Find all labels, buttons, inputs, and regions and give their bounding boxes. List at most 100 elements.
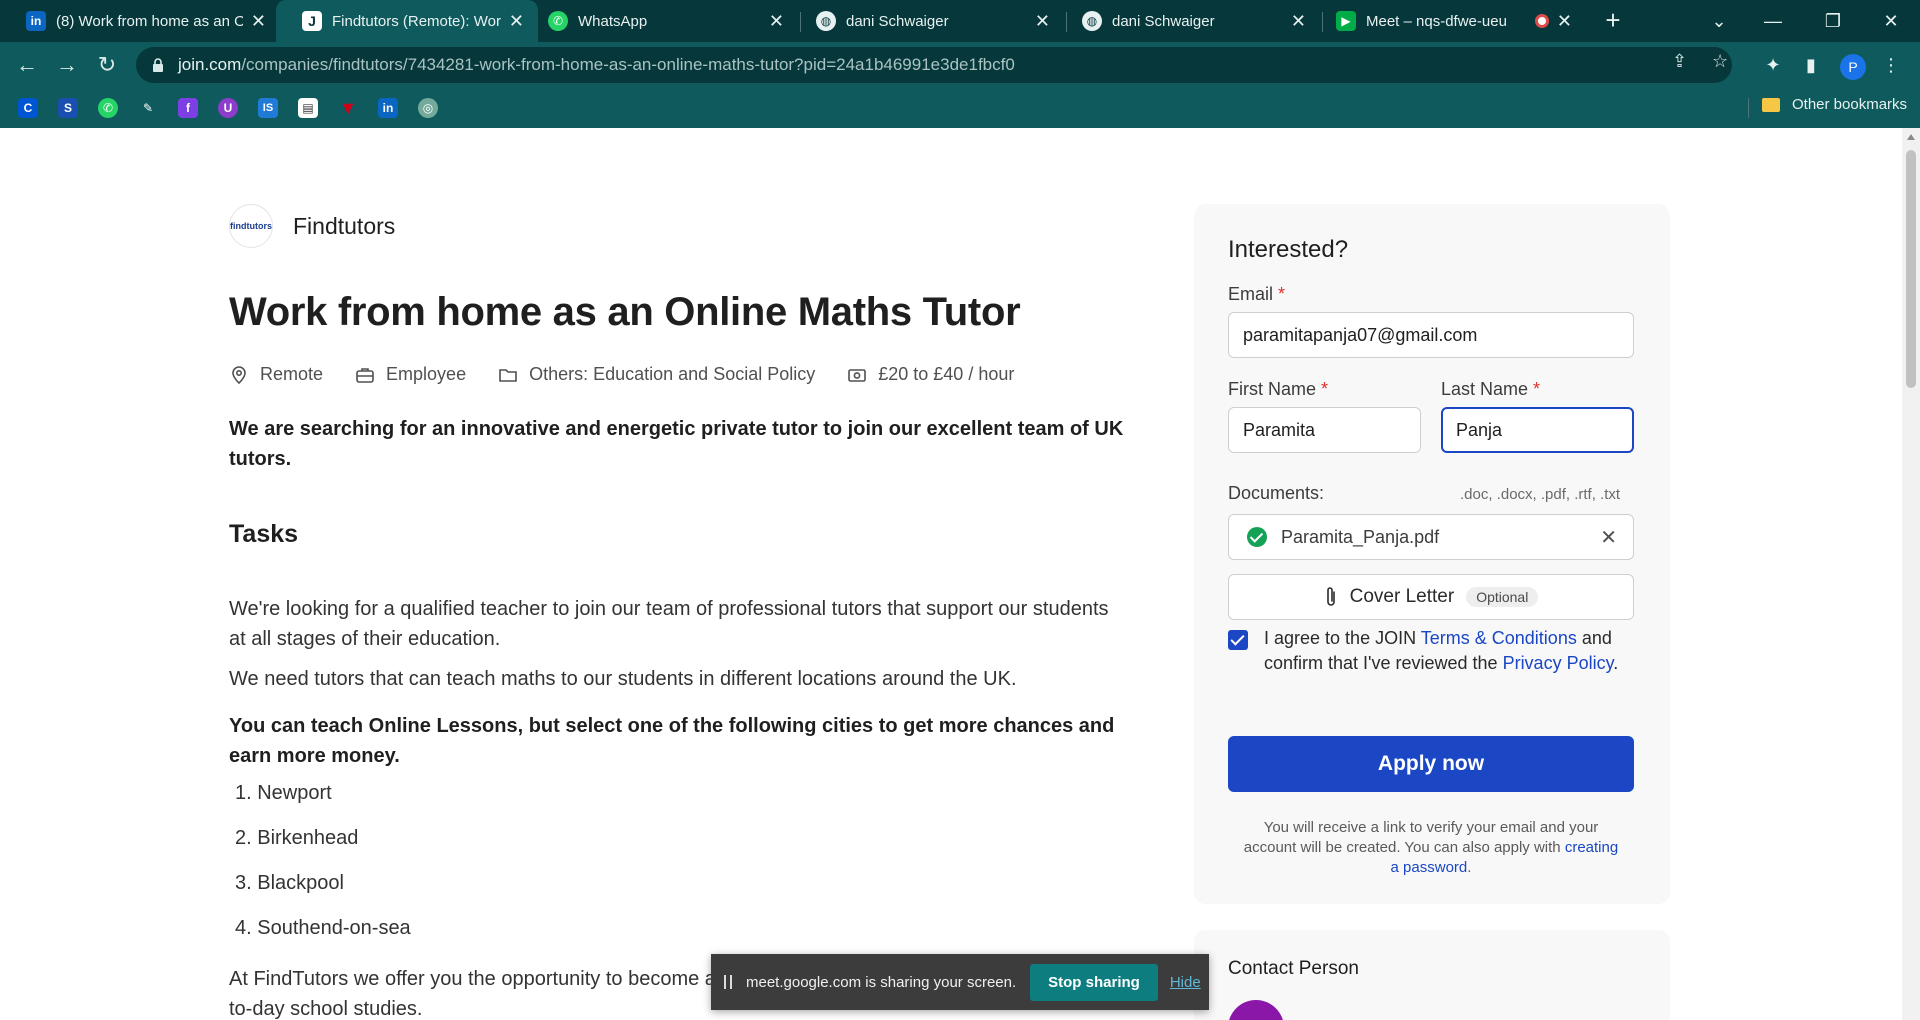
intro-rest: tutors. [229, 448, 292, 470]
agree-prefix: I agree to the JOIN [1264, 628, 1417, 648]
terms-checkbox[interactable] [1228, 630, 1248, 650]
page-scrollbar[interactable] [1902, 128, 1920, 1020]
tab-whatsapp[interactable]: ✆ WhatsApp ✕ [522, 0, 798, 42]
share-icon[interactable]: ⇪ [1672, 51, 1687, 72]
close-tab-icon[interactable]: ✕ [1291, 11, 1306, 32]
intro-bold: We are searching for an innovative and e… [229, 418, 1124, 440]
edge-icon[interactable]: S [58, 98, 78, 118]
restore-button[interactable]: ❐ [1808, 0, 1858, 42]
paperclip-icon [1326, 587, 1335, 606]
shield-icon[interactable]: U [218, 98, 238, 118]
email-field[interactable]: paramitapanja07@gmail.com [1228, 312, 1634, 358]
company-logo[interactable]: findtutors [229, 204, 273, 248]
folder-icon [499, 368, 517, 382]
side-panel-icon[interactable]: ▮ [1796, 50, 1826, 80]
optional-badge: Optional [1466, 587, 1539, 607]
location-pin-icon [232, 365, 246, 384]
tab-search-icon[interactable]: ⌄ [1694, 0, 1744, 42]
chart-icon[interactable]: ▤ [298, 98, 318, 118]
first-name-label-text: First Name [1228, 379, 1317, 399]
meet-icon: ▶ [1336, 11, 1356, 31]
openai-icon[interactable]: ◎ [418, 98, 438, 118]
contact-heading: Contact Person [1228, 958, 1359, 979]
city-list: 1. Newport 2. Birkenhead 3. Blackpool 4.… [235, 778, 411, 958]
whatsapp-bookmark-icon[interactable]: ✆ [98, 98, 118, 118]
last-name-field[interactable]: Panja [1441, 407, 1634, 453]
new-tab-button[interactable]: + [1598, 6, 1628, 36]
check-circle-icon [1247, 527, 1267, 547]
meta-location-label: Remote [260, 364, 324, 384]
other-bookmarks-label: Other bookmarks [1792, 96, 1908, 113]
back-button[interactable]: ← [12, 50, 42, 80]
avatar [1228, 1000, 1284, 1020]
pen-icon[interactable]: ✎ [138, 98, 158, 118]
tab-title: dani Schwaiger [1112, 12, 1215, 30]
tab-findtutors[interactable]: J Findtutors (Remote): Work from ✕ [276, 0, 538, 42]
coursera-icon[interactable]: C [18, 98, 38, 118]
close-tab-icon[interactable]: ✕ [769, 11, 784, 32]
recording-icon [1534, 14, 1549, 28]
briefcase-icon [356, 367, 374, 383]
job-intro: We are searching for an innovative and e… [229, 414, 1129, 474]
apply-note-text: You will receive a link to verify your e… [1243, 819, 1599, 856]
drag-handle-icon[interactable] [724, 975, 732, 989]
privacy-link[interactable]: Privacy Policy [1503, 653, 1614, 673]
meta-salary-label: £20 to £40 / hour [878, 364, 1015, 384]
apply-note-suffix: . [1467, 859, 1472, 876]
is-icon[interactable]: IS [258, 98, 278, 118]
other-bookmarks[interactable]: Other bookmarks [1762, 96, 1907, 113]
tasks-heading: Tasks [229, 520, 299, 548]
close-tab-icon[interactable]: ✕ [251, 11, 266, 32]
address-bar-row: ← → ↻ join.com/companies/findtutors/7434… [0, 42, 1920, 88]
share-message: meet.google.com is sharing your screen. [746, 973, 1017, 991]
scroll-up-icon[interactable] [1907, 134, 1915, 140]
url-path: /companies/findtutors/7434281-work-from-… [241, 55, 1015, 74]
close-window-button[interactable]: ✕ [1866, 0, 1916, 42]
tab-dani-1[interactable]: ◍ dani Schwaiger ✕ [790, 0, 1064, 42]
close-tab-icon[interactable]: ✕ [1557, 11, 1572, 32]
page-content: findtutors Findtutors Work from home as … [0, 128, 1902, 1020]
first-name-field[interactable]: Paramita [1228, 407, 1421, 453]
meta-employment: Employee [355, 364, 466, 385]
forward-button[interactable]: → [52, 50, 82, 80]
tab-meet[interactable]: ▶ Meet – nqs-dfwe-ueu ✕ [1310, 0, 1586, 42]
remove-document-icon[interactable]: ✕ [1600, 525, 1617, 550]
uploaded-document[interactable]: Paramita_Panja.pdf ✕ [1228, 514, 1634, 560]
apply-note: You will receive a link to verify your e… [1238, 818, 1624, 878]
globe-icon: ◍ [816, 11, 836, 31]
task-paragraph-3: You can teach Online Lessons, but select… [229, 715, 1115, 767]
list-item: 3. Blackpool [235, 872, 344, 894]
linkedin-bookmark-icon[interactable]: in [378, 98, 398, 118]
terms-text: I agree to the JOIN Terms & Conditions a… [1264, 626, 1644, 676]
close-tab-icon[interactable]: ✕ [1035, 11, 1050, 32]
extensions-icon[interactable]: ✦ [1758, 50, 1788, 80]
application-form: Interested? Email * paramitapanja07@gmail… [1194, 204, 1670, 904]
reload-button[interactable]: ↻ [92, 50, 122, 80]
profile-avatar[interactable]: P [1840, 54, 1866, 80]
meta-employment-label: Employee [386, 364, 467, 384]
company-name[interactable]: Findtutors [293, 213, 395, 240]
company-header: findtutors Findtutors [229, 204, 395, 248]
tab-linkedin[interactable]: in (8) Work from home as an Online Maths… [0, 0, 280, 42]
scrollbar-thumb[interactable] [1906, 150, 1916, 388]
tab-dani-2[interactable]: ◍ dani Schwaiger ✕ [1056, 0, 1320, 42]
bookmark-star-icon[interactable]: ☆ [1712, 51, 1728, 72]
menu-icon[interactable]: ⋮ [1876, 50, 1906, 80]
minimize-button[interactable]: — [1748, 0, 1798, 42]
task-paragraph-1: We're looking for a qualified teacher to… [229, 598, 1109, 650]
hide-link[interactable]: Hide [1170, 974, 1201, 991]
terms-link[interactable]: Terms & Conditions [1421, 628, 1577, 648]
linkedin-icon: in [26, 11, 46, 31]
meta-category: Others: Education and Social Policy [498, 364, 815, 385]
cover-letter-button[interactable]: Cover Letter Optional [1228, 574, 1634, 620]
meta-category-label: Others: Education and Social Policy [529, 364, 816, 384]
v-icon[interactable]: ▼ [338, 98, 358, 118]
whatsapp-icon: ✆ [548, 11, 568, 31]
tab-title: dani Schwaiger [846, 12, 949, 30]
stop-sharing-button[interactable]: Stop sharing [1030, 963, 1158, 1001]
feather-icon[interactable]: f [178, 98, 198, 118]
apply-now-button[interactable]: Apply now [1228, 736, 1634, 792]
tab-title: (8) Work from home as an Online Maths [56, 12, 243, 30]
task-paragraph-2: We need tutors that can teach maths to o… [229, 668, 1017, 690]
omnibox[interactable]: join.com/companies/findtutors/7434281-wo… [136, 47, 1732, 83]
